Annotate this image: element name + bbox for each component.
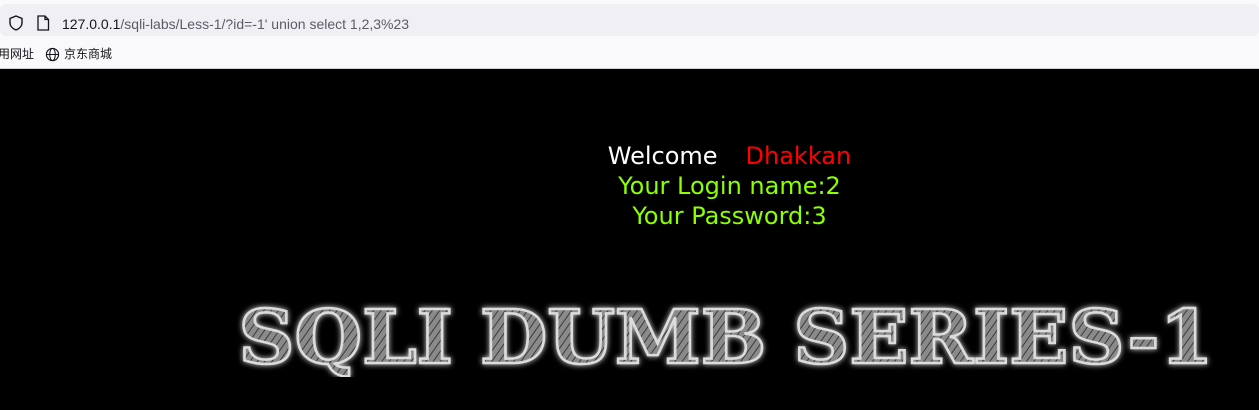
banner-title-graphic: SQLI DUMB SERIES-1 xyxy=(237,294,1215,383)
globe-icon xyxy=(45,47,60,61)
password-line: Your Password:3 xyxy=(632,202,827,230)
url-bar[interactable]: 127.0.0.1/sqli-labs/Less-1/?id=-1' union… xyxy=(0,4,1259,36)
url-path: /sqli-labs/Less-1/?id=-1' union select 1… xyxy=(120,16,410,32)
url-text[interactable]: 127.0.0.1/sqli-labs/Less-1/?id=-1' union… xyxy=(62,15,409,33)
bookmark-item[interactable]: 用网址 xyxy=(0,45,34,63)
welcome-line: Welcome Dhakkan xyxy=(0,141,1259,171)
bookmarks-bar: 用网址 京东商城 xyxy=(0,40,1259,69)
bookmark-label: 用网址 xyxy=(0,47,35,61)
banner-image: SQLI DUMB SERIES-1 xyxy=(236,294,1236,383)
shield-icon[interactable] xyxy=(8,15,24,31)
bookmark-label: 京东商城 xyxy=(64,47,113,61)
page-content: Welcome Dhakkan Your Login name:2 Your Pa… xyxy=(0,69,1259,410)
banner-title: SQLI DUMB SERIES-1 xyxy=(239,297,1214,377)
login-name-line: Your Login name:2 xyxy=(618,172,841,200)
page-icon xyxy=(37,15,50,31)
user-name: Dhakkan xyxy=(745,142,852,170)
browser-toolbar: 127.0.0.1/sqli-labs/Less-1/?id=-1' union… xyxy=(0,0,1259,40)
welcome-label: Welcome xyxy=(607,142,718,170)
bookmark-item-jd[interactable]: 京东商城 xyxy=(45,45,112,63)
url-host: 127.0.0.1 xyxy=(62,16,121,32)
